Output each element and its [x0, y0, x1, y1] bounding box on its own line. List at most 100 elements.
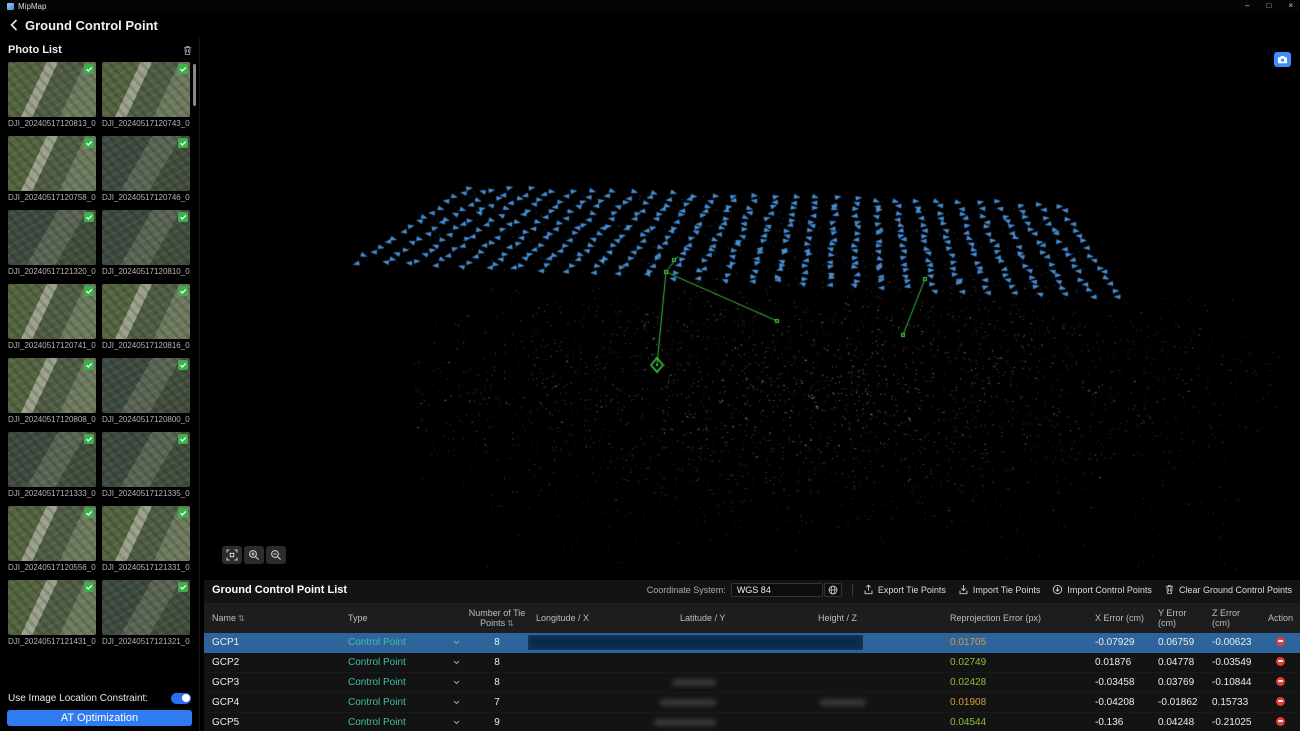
delete-gcp-button[interactable]: [1276, 677, 1285, 686]
photo-item[interactable]: DJI_20240517120816_0389...: [102, 284, 190, 350]
photo-thumbnail: [8, 506, 96, 561]
delete-gcp-button[interactable]: [1276, 697, 1285, 706]
screenshot-camera-button[interactable]: [1274, 52, 1291, 67]
coordinate-system-label: Coordinate System:: [647, 585, 726, 595]
photo-thumbnail: [102, 136, 190, 191]
close-button[interactable]: ×: [1288, 0, 1293, 12]
gcp-row[interactable]: GCP3Control Point80.02428-0.034580.03769…: [204, 673, 1300, 693]
photo-item[interactable]: DJI_20240517121321_0635...: [102, 580, 190, 646]
photo-thumbnail: [102, 284, 190, 339]
gcp-type-dropdown[interactable]: Control Point: [340, 697, 466, 708]
photo-item[interactable]: DJI_20240517121431_0708...: [8, 580, 96, 646]
reprojection-error: 0.01705: [942, 637, 1087, 648]
gcp-type-dropdown[interactable]: Control Point: [340, 657, 466, 668]
action-cell: [1260, 657, 1300, 669]
sort-icon: ⇅: [238, 614, 245, 623]
photo-item[interactable]: DJI_20240517121331_0648...: [102, 506, 190, 572]
selected-check-icon: [178, 582, 188, 592]
photo-item[interactable]: DJI_20240517120556_0237...: [8, 506, 96, 572]
at-optimization-button[interactable]: AT Optimization: [7, 710, 192, 726]
gcp-table-header: Name⇅TypeNumber of Tie Points⇅Longitude …: [204, 603, 1300, 633]
y-error: -0.01862: [1150, 697, 1204, 708]
coordinate-system-input[interactable]: WGS 84: [731, 583, 823, 597]
delete-photo-trash-icon[interactable]: [182, 45, 193, 56]
gcp-panel-title: Ground Control Point List: [212, 584, 347, 596]
photo-item[interactable]: DJI_20240517121335_0652...: [102, 432, 190, 498]
y-error: 0.06759: [1150, 637, 1204, 648]
column-header[interactable]: Name⇅: [204, 613, 340, 623]
gcp-type-value: Control Point: [348, 677, 406, 688]
photo-item[interactable]: DJI_20240517120800_0371...: [102, 358, 190, 424]
photo-name: DJI_20240517121333_0650...: [8, 489, 96, 498]
column-header[interactable]: Number of Tie Points⇅: [466, 608, 528, 629]
photo-name: DJI_20240517121321_0635...: [102, 637, 190, 646]
x-error: -0.04208: [1087, 697, 1150, 708]
selected-check-icon: [84, 582, 94, 592]
action-cell: [1260, 677, 1300, 689]
back-button[interactable]: [10, 19, 18, 31]
photo-item[interactable]: DJI_20240517120758_0368...: [8, 136, 96, 202]
selected-check-icon: [84, 434, 94, 444]
photo-item[interactable]: DJI_20240517120808_0379...: [8, 358, 96, 424]
gcp-row[interactable]: GCP1Control Point80.01705-0.079290.06759…: [204, 633, 1300, 653]
reprojection-error: 0.01908: [942, 697, 1087, 708]
photo-list-scrollbar[interactable]: [193, 64, 196, 106]
import-icon: [958, 584, 969, 597]
gcp-row[interactable]: GCP5Control Point90.04544-0.1360.04248-0…: [204, 713, 1300, 731]
selected-check-icon: [84, 138, 94, 148]
selected-check-icon: [84, 212, 94, 222]
action-label: Import Tie Points: [973, 585, 1041, 595]
tie-point-count: 8: [466, 677, 528, 688]
photo-item[interactable]: DJI_20240517120810_0382...: [102, 210, 190, 276]
app-window: MipMap – □ × Ground Control Point Photo …: [0, 0, 1300, 731]
page-title: Ground Control Point: [25, 18, 158, 33]
photo-item[interactable]: DJI_20240517121333_0650...: [8, 432, 96, 498]
photo-item[interactable]: DJI_20240517120741_0348...: [8, 284, 96, 350]
gcp-row[interactable]: GCP2Control Point80.027490.018760.04778-…: [204, 653, 1300, 673]
gcp-row[interactable]: GCP4Control Point70.01908-0.04208-0.0186…: [204, 693, 1300, 713]
action-cell: [1260, 697, 1300, 709]
photo-name: DJI_20240517120758_0368...: [8, 193, 96, 202]
photo-item[interactable]: DJI_20240517120746_0354...: [102, 136, 190, 202]
viewport-toolbar: [222, 546, 286, 564]
image-location-constraint-toggle[interactable]: [171, 693, 191, 704]
photo-item[interactable]: DJI_20240517120813_0385...: [8, 62, 96, 128]
zoom-in-button[interactable]: [244, 546, 264, 564]
photo-item[interactable]: DJI_20240517120743_0351...: [102, 62, 190, 128]
gcp-type-dropdown[interactable]: Control Point: [340, 717, 466, 728]
maximize-button[interactable]: □: [1266, 0, 1271, 12]
export-button[interactable]: Export Tie Points: [863, 584, 946, 597]
z-error: -0.21025: [1204, 717, 1260, 728]
trash-button[interactable]: Clear Ground Control Points: [1164, 584, 1292, 597]
tie-point-count: 9: [466, 717, 528, 728]
minimize-button[interactable]: –: [1245, 0, 1249, 12]
point-cloud-viewport[interactable]: [204, 38, 1300, 580]
y-error: 0.03769: [1150, 677, 1204, 688]
photo-item[interactable]: DJI_20240517121320_0634...: [8, 210, 96, 276]
gcp-type-value: Control Point: [348, 697, 406, 708]
import-gcp-button[interactable]: Import Control Points: [1052, 584, 1152, 597]
column-header: Z Error (cm): [1204, 608, 1260, 629]
redacted-coordinates: [820, 699, 866, 706]
delete-gcp-button[interactable]: [1276, 637, 1285, 646]
zoom-out-button[interactable]: [266, 546, 286, 564]
column-header: Reprojection Error (px): [942, 613, 1087, 623]
photo-name: DJI_20240517120808_0379...: [8, 415, 96, 424]
photo-grid: DJI_20240517120813_0385...DJI_2024051712…: [8, 62, 190, 683]
delete-gcp-button[interactable]: [1276, 657, 1285, 666]
gcp-name: GCP4: [204, 697, 340, 708]
chevron-down-icon: [453, 660, 466, 665]
gcp-type-dropdown[interactable]: Control Point: [340, 637, 466, 648]
globe-icon[interactable]: [824, 583, 842, 597]
point-cloud-canvas[interactable]: [204, 38, 1300, 580]
action-label: Clear Ground Control Points: [1179, 585, 1292, 595]
column-header: Type: [340, 613, 466, 623]
tie-point-count: 8: [466, 657, 528, 668]
gcp-type-dropdown[interactable]: Control Point: [340, 677, 466, 688]
page-header: Ground Control Point: [0, 12, 1300, 38]
delete-gcp-button[interactable]: [1276, 717, 1285, 726]
import-button[interactable]: Import Tie Points: [958, 584, 1041, 597]
photo-name: DJI_20240517120556_0237...: [8, 563, 96, 572]
gcp-table-body: GCP1Control Point80.01705-0.079290.06759…: [204, 633, 1300, 731]
fit-view-button[interactable]: [222, 546, 242, 564]
